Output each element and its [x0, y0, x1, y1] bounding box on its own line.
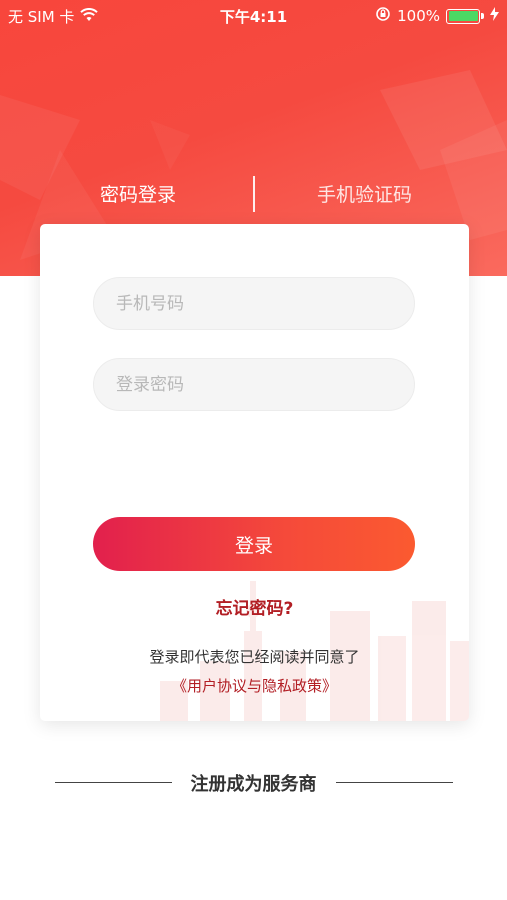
- phone-input[interactable]: [94, 278, 414, 329]
- rotation-lock-icon: [375, 6, 391, 26]
- login-card: 登录 忘记密码? 登录即代表您已经阅读并同意了 《用户协议与隐私政策》: [40, 224, 469, 721]
- battery-percent: 100%: [397, 7, 440, 25]
- tab-divider: [253, 176, 255, 212]
- status-bar: 无 SIM 卡 下午4:11 100%: [0, 0, 507, 30]
- agreement-link[interactable]: 《用户协议与隐私政策》: [40, 675, 469, 696]
- login-screen: 无 SIM 卡 下午4:11 100% 密码登录 手机验证码 手机号码 登录 忘…: [0, 0, 507, 900]
- charging-icon: [490, 7, 499, 25]
- phone-field[interactable]: [93, 277, 415, 330]
- password-field[interactable]: [93, 358, 415, 411]
- agreement-text: 登录即代表您已经阅读并同意了: [149, 648, 360, 666]
- login-tabs: 密码登录 手机验证码: [0, 172, 507, 212]
- status-right: 100%: [375, 6, 499, 26]
- register-section: 注册成为服务商: [0, 770, 507, 796]
- tab-password-login[interactable]: 密码登录: [100, 180, 176, 207]
- login-button[interactable]: 登录: [93, 517, 415, 571]
- divider-line-right: [336, 782, 453, 783]
- register-link[interactable]: 注册成为服务商: [0, 770, 507, 796]
- forgot-password-link[interactable]: 忘记密码?: [40, 594, 469, 619]
- battery-icon: [446, 8, 484, 24]
- battery-level: [448, 11, 478, 21]
- tab-sms-login[interactable]: 手机验证码: [317, 180, 412, 207]
- password-input[interactable]: [94, 359, 414, 410]
